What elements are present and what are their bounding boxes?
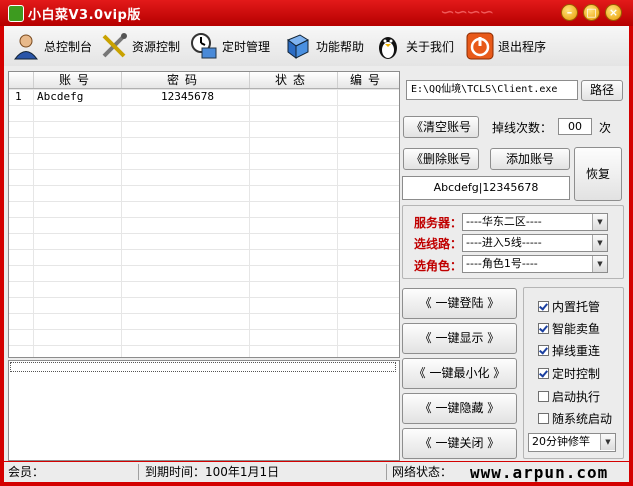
power-icon xyxy=(466,32,494,60)
checkbox-checked-icon[interactable] xyxy=(538,368,549,379)
one-key-login-button[interactable]: 《 一键登陆 》 xyxy=(402,288,517,319)
status-expire: 到期时间：100年1月1日 xyxy=(145,465,280,479)
status-separator xyxy=(386,464,387,480)
toolbar-help-button[interactable]: 功能帮助 xyxy=(284,30,364,62)
clear-account-button[interactable]: 《清空账号 xyxy=(403,116,479,138)
status-member: 会员： xyxy=(8,465,45,479)
role-select-value: ----角色1号---- xyxy=(466,257,538,270)
restore-button[interactable]: 恢复 xyxy=(574,147,622,201)
user-icon xyxy=(12,32,40,60)
fish-rod-select[interactable]: 20分钟修竿 ▼ xyxy=(528,433,616,452)
drop-count-unit: 次 xyxy=(599,121,612,135)
clock-icon xyxy=(190,32,218,60)
check-timer-label: 定时控制 xyxy=(552,367,601,381)
toolbar-console-label: 总控制台 xyxy=(44,39,93,54)
row-password: 12345678 xyxy=(161,90,214,103)
line-select[interactable]: ----进入5线----- ▼ xyxy=(462,234,608,252)
grid-divider xyxy=(249,89,250,357)
drop-count-label: 掉线次数： xyxy=(492,121,553,135)
add-account-button[interactable]: 添加账号 xyxy=(490,148,570,170)
checkbox-checked-icon[interactable] xyxy=(538,301,549,312)
help-book-icon xyxy=(284,32,312,60)
account-table[interactable]: 账号 密码 状态 编号 1 Abcdefg 12345678 xyxy=(8,71,400,358)
toolbar-timer-label: 定时管理 xyxy=(222,39,271,54)
row-account: Abcdefg xyxy=(37,90,84,103)
maximize-button[interactable]: □ xyxy=(583,4,600,21)
tools-icon xyxy=(100,32,128,60)
path-button[interactable]: 路径 xyxy=(581,80,623,101)
toolbar-resource-label: 资源控制 xyxy=(132,39,181,54)
grid-divider xyxy=(337,89,338,357)
watermark-text: www.arpun.com xyxy=(470,463,609,482)
drop-count-input[interactable]: 00 xyxy=(558,118,592,135)
toolbar-help-label: 功能帮助 xyxy=(316,39,365,54)
window-title: 小白菜V3.0vip版 xyxy=(28,8,141,23)
fish-rod-select-value: 20分钟修竿 xyxy=(532,435,590,448)
client-path-input[interactable]: E:\QQ仙境\TCLS\Client.exe xyxy=(406,80,578,100)
log-panel[interactable] xyxy=(8,360,400,461)
table-grid xyxy=(9,89,399,357)
role-label: 选角色： xyxy=(414,259,463,273)
one-key-hide-button[interactable]: 《 一键隐藏 》 xyxy=(402,393,517,424)
one-key-close-button[interactable]: 《 一键关闭 》 xyxy=(402,428,517,459)
checkbox-unchecked-icon[interactable] xyxy=(538,413,549,424)
cloud-decoration-icon: ∽∽∽∽ xyxy=(440,2,494,23)
content-area: 账号 密码 状态 编号 1 Abcdefg 12345678 E:\QQ仙境\T… xyxy=(4,66,629,461)
check-hosting-label: 内置托管 xyxy=(552,300,601,314)
checkbox-checked-icon[interactable] xyxy=(538,323,549,334)
title-bar: 小白菜V3.0vip版 ∽∽∽∽ – □ × xyxy=(0,0,633,26)
check-reconnect-label: 掉线重连 xyxy=(552,344,601,358)
status-network: 网络状态： xyxy=(392,465,453,479)
header-status[interactable]: 状态 xyxy=(249,72,338,88)
penguin-icon xyxy=(374,32,402,60)
toolbar-exit-label: 退出程序 xyxy=(498,39,547,54)
check-timer[interactable]: 定时控制 xyxy=(538,365,600,382)
one-key-show-button[interactable]: 《 一键显示 》 xyxy=(402,323,517,354)
chevron-down-icon[interactable]: ▼ xyxy=(592,235,607,251)
checkbox-unchecked-icon[interactable] xyxy=(538,391,549,402)
grid-divider xyxy=(121,89,122,357)
header-password[interactable]: 密码 xyxy=(121,72,250,88)
check-sell-fish[interactable]: 智能卖鱼 xyxy=(538,320,600,337)
server-select[interactable]: ----华东二区---- ▼ xyxy=(462,213,608,231)
row-index: 1 xyxy=(15,90,22,103)
chevron-down-icon[interactable]: ▼ xyxy=(592,256,607,272)
toolbar-about-button[interactable]: 关于我们 xyxy=(374,30,454,62)
header-number[interactable]: 编号 xyxy=(337,72,399,88)
toolbar-about-label: 关于我们 xyxy=(406,39,455,54)
checkbox-checked-icon[interactable] xyxy=(538,345,549,356)
check-startup-run[interactable]: 启动执行 xyxy=(538,388,600,405)
check-startup-run-label: 启动执行 xyxy=(552,390,601,404)
toolbar-timer-button[interactable]: 定时管理 xyxy=(190,30,270,62)
minimize-button[interactable]: – xyxy=(561,4,578,21)
line-label: 选线路： xyxy=(414,237,463,251)
toolbar-console-button[interactable]: 总控制台 xyxy=(12,30,92,62)
header-index xyxy=(9,72,34,88)
account-preview-input[interactable]: Abcdefg|12345678 xyxy=(402,176,570,200)
close-button[interactable]: × xyxy=(605,4,622,21)
toolbar-resource-button[interactable]: 资源控制 xyxy=(100,30,180,62)
check-reconnect[interactable]: 掉线重连 xyxy=(538,342,600,359)
status-separator xyxy=(138,464,139,480)
app-window: 小白菜V3.0vip版 ∽∽∽∽ – □ × 总控制台 资源控制 定时管理 功能… xyxy=(0,0,633,486)
server-label: 服务器： xyxy=(414,216,463,230)
check-sell-fish-label: 智能卖鱼 xyxy=(552,322,601,336)
line-select-value: ----进入5线----- xyxy=(466,236,542,249)
log-selection-bar xyxy=(10,362,396,372)
check-system-boot-label: 随系统启动 xyxy=(552,412,613,426)
delete-account-button[interactable]: 《删除账号 xyxy=(403,148,479,170)
one-key-minimize-button[interactable]: 《 一键最小化 》 xyxy=(402,358,517,389)
check-hosting[interactable]: 内置托管 xyxy=(538,298,600,315)
header-account[interactable]: 账号 xyxy=(33,72,122,88)
grid-divider xyxy=(33,89,34,357)
server-select-value: ----华东二区---- xyxy=(466,215,542,228)
toolbar-exit-button[interactable]: 退出程序 xyxy=(466,30,546,62)
role-select[interactable]: ----角色1号---- ▼ xyxy=(462,255,608,273)
chevron-down-icon[interactable]: ▼ xyxy=(600,434,615,450)
chevron-down-icon[interactable]: ▼ xyxy=(592,214,607,230)
table-header: 账号 密码 状态 编号 xyxy=(9,72,399,89)
app-cabbage-icon xyxy=(8,5,24,22)
check-system-boot[interactable]: 随系统启动 xyxy=(538,410,612,427)
main-toolbar: 总控制台 资源控制 定时管理 功能帮助 关于我们 退出程序 xyxy=(4,26,629,66)
